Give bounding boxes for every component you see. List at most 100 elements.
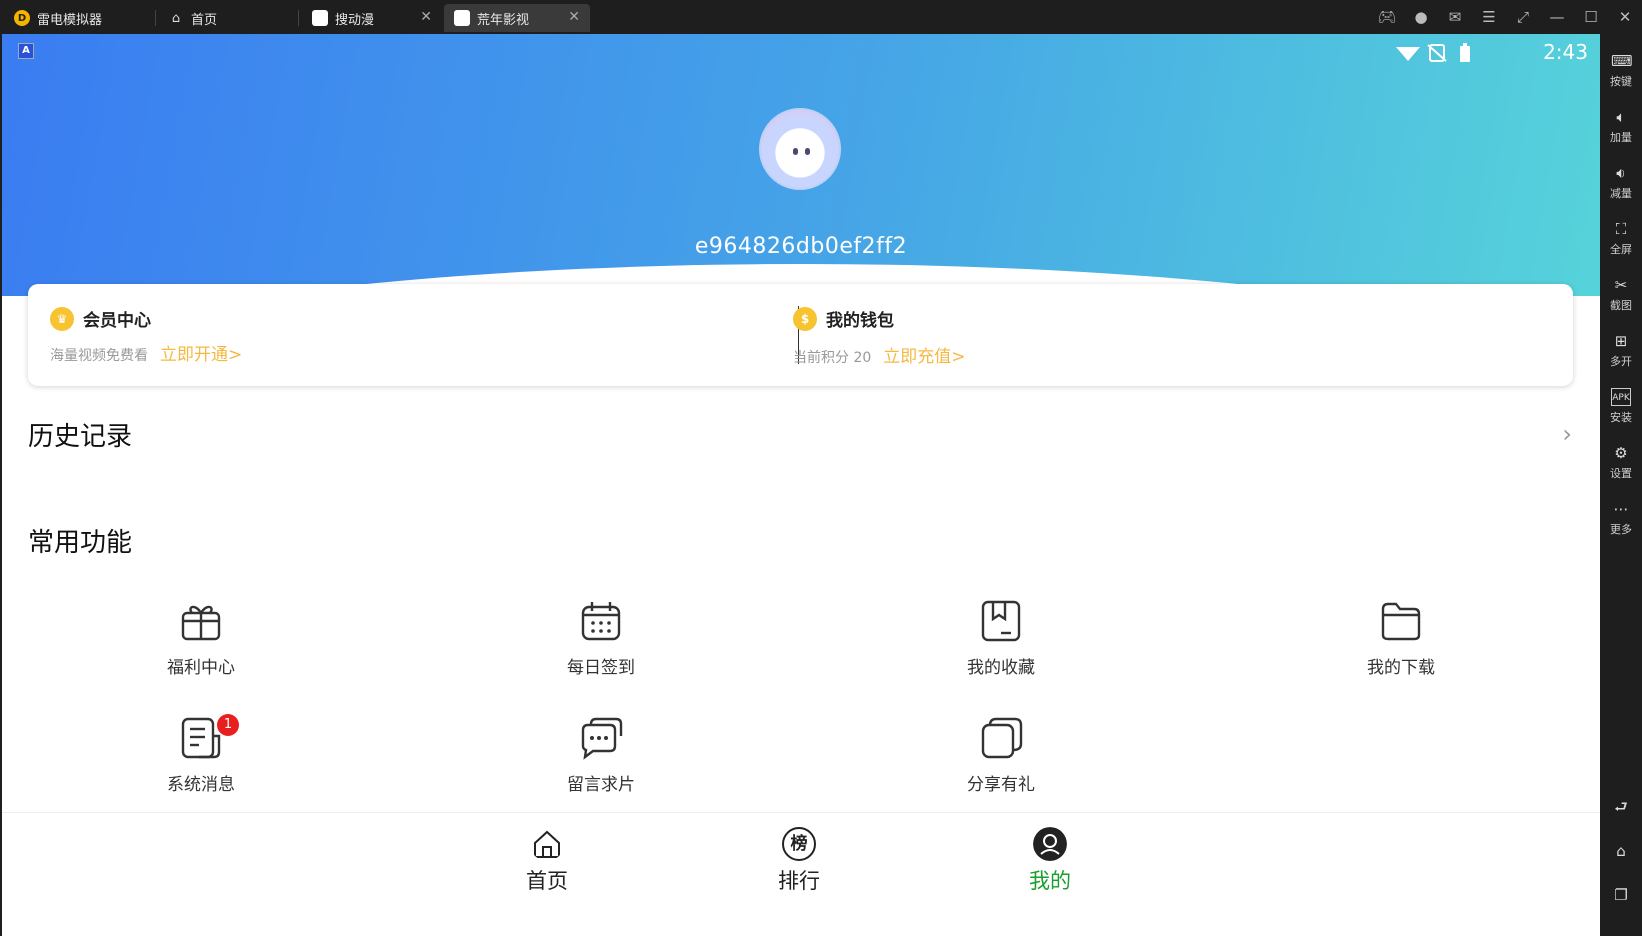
app-tab[interactable]: D 雷电模拟器 <box>4 4 154 32</box>
bookmark-icon <box>981 600 1021 642</box>
username: e964826db0ef2ff2 <box>694 234 908 259</box>
app-favicon-icon <box>454 10 470 26</box>
sidebar-label: 更多 <box>1610 523 1632 536</box>
volume-up-icon: 🔈︎ <box>1616 108 1626 126</box>
func-label: 分享有礼 <box>967 775 1035 795</box>
tab-divider <box>298 10 299 26</box>
sidebar-install[interactable]: APK 安装 <box>1600 388 1642 425</box>
vip-activate-link[interactable]: 立即开通> <box>160 340 242 365</box>
wallet[interactable]: $ 我的钱包 当前积分 20 立即充值> <box>793 284 1493 386</box>
functions-title: 常用功能 <box>28 528 133 558</box>
nav-ranking[interactable]: 榜 排行 <box>749 827 849 895</box>
wallet-title: 我的钱包 <box>826 311 894 331</box>
func-favorites[interactable]: 我的收藏 <box>931 599 1071 678</box>
android-back-button[interactable]: ⮐ <box>1600 798 1642 819</box>
app-name: 雷电模拟器 <box>37 12 103 28</box>
maximize-icon[interactable]: ☐ <box>1574 8 1608 26</box>
func-system-messages[interactable]: 1 系统消息 <box>131 714 271 795</box>
func-downloads[interactable]: 我的下载 <box>1331 599 1471 678</box>
android-recents-button[interactable]: ❐ <box>1600 886 1642 907</box>
apk-icon: APK <box>1611 388 1631 406</box>
sidebar-volume-down[interactable]: 🔉︎ 减量 <box>1600 164 1642 201</box>
account-icon[interactable]: ● <box>1404 8 1438 26</box>
func-label: 福利中心 <box>167 658 235 678</box>
tab-label: 首页 <box>191 12 218 28</box>
gamepad-icon[interactable]: 🎮︎ <box>1370 8 1404 26</box>
nav-profile[interactable]: 我的 <box>1000 827 1100 895</box>
history-title[interactable]: 历史记录 <box>28 416 132 453</box>
tab-home[interactable]: ⌂ 首页 <box>158 4 298 32</box>
fullscreen-icon: ⛶ <box>1615 220 1627 238</box>
status-clock: 2:43 <box>1543 40 1588 64</box>
back-icon: ⮐ <box>1614 798 1628 816</box>
sidebar-screenshot[interactable]: ✂ 截图 <box>1600 276 1642 313</box>
avatar-eye <box>805 148 810 155</box>
tab-huangnian[interactable]: 荒年影视 ✕ <box>444 4 590 32</box>
chevron-right-icon[interactable]: › <box>1562 420 1572 448</box>
keyboard-icon: ⌨ <box>1611 52 1633 70</box>
tab-sou-dongman[interactable]: 搜动漫 ✕ <box>302 4 442 32</box>
battery-icon <box>1460 46 1470 62</box>
sidebar-keys[interactable]: ⌨ 按键 <box>1600 52 1642 89</box>
sidebar-volume-up[interactable]: 🔈︎ 加量 <box>1600 108 1642 145</box>
func-label: 我的下载 <box>1367 658 1435 678</box>
sidebar-label: 减量 <box>1610 187 1632 200</box>
func-welfare[interactable]: 福利中心 <box>131 599 271 678</box>
wallet-recharge-link[interactable]: 立即充值> <box>883 342 965 367</box>
sidebar-more[interactable]: ⋯ 更多 <box>1600 500 1642 537</box>
func-request-movie[interactable]: 留言求片 <box>531 716 671 795</box>
gear-icon: ⚙ <box>1614 444 1628 462</box>
func-checkin[interactable]: 每日签到 <box>531 599 671 678</box>
func-label: 留言求片 <box>567 775 635 795</box>
menu-icon[interactable]: ☰ <box>1472 8 1506 26</box>
home-icon <box>534 830 560 858</box>
func-share[interactable]: 分享有礼 <box>931 716 1071 795</box>
window-controls: 🎮︎ ● ✉ ☰ ⤢ — ☐ ✕ <box>1370 0 1642 34</box>
rank-icon: 榜 <box>782 827 816 861</box>
crown-icon: ♛ <box>50 306 74 331</box>
tab-label: 荒年影视 <box>477 12 530 28</box>
android-home-button[interactable]: ⌂ <box>1600 842 1642 863</box>
vip-center[interactable]: ♛ 会员中心 海量视频免费看 立即开通> <box>50 284 750 386</box>
restore-icon[interactable]: ⤢ <box>1506 8 1540 26</box>
volume-down-icon: 🔉︎ <box>1616 164 1626 182</box>
bottom-navigation: 首页 榜 排行 我的 <box>2 812 1600 936</box>
status-icons <box>1396 43 1470 62</box>
vip-subtitle: 海量视频免费看 <box>50 348 148 364</box>
close-tab-icon[interactable]: ✕ <box>420 9 432 25</box>
vip-wallet-card: ♛ 会员中心 海量视频免费看 立即开通> $ 我的钱包 当前积分 20 立即充值… <box>28 284 1573 386</box>
sidebar-label: 多开 <box>1610 355 1632 368</box>
sidebar-label: 设置 <box>1610 467 1632 480</box>
tab-label: 搜动漫 <box>335 12 375 28</box>
calendar-icon <box>581 602 621 641</box>
tab-divider <box>155 10 156 26</box>
vip-title: 会员中心 <box>83 311 151 331</box>
minimize-icon[interactable]: — <box>1540 8 1574 26</box>
sidebar-label: 按键 <box>1610 75 1632 88</box>
wallet-sub-row: 当前积分 20 立即充值> <box>793 342 966 367</box>
wifi-icon <box>1396 47 1420 61</box>
recents-icon: ❐ <box>1614 886 1628 904</box>
folder-icon <box>1381 602 1421 641</box>
nav-label: 首页 <box>526 869 568 893</box>
sidebar-fullscreen[interactable]: ⛶ 全屏 <box>1600 220 1642 257</box>
nav-label: 我的 <box>1029 869 1071 893</box>
vip-sub-row: 海量视频免费看 立即开通> <box>50 340 242 365</box>
scissors-icon: ✂ <box>1614 276 1628 294</box>
emulator-titlebar: D 雷电模拟器 ⌂ 首页 搜动漫 ✕ 荒年影视 ✕ 🎮︎ ● ✉ ☰ ⤢ — ☐… <box>0 0 1642 34</box>
sidebar-settings[interactable]: ⚙ 设置 <box>1600 444 1642 481</box>
func-label: 每日签到 <box>567 658 635 678</box>
emulator-sidebar: ⌨ 按键 🔈︎ 加量 🔉︎ 减量 ⛶ 全屏 ✂ 截图 ⊞ 多开 APK 安装 ⚙ 设置 ⋯ 更多 … <box>1600 34 1642 936</box>
close-tab-icon[interactable]: ✕ <box>568 9 580 25</box>
phone-screen: A 2:43 e964826db0ef2ff2 普通会员 ♛ 会员中心 海量视频… <box>2 34 1600 936</box>
nav-label: 排行 <box>778 869 820 893</box>
avatar-eye <box>793 148 798 155</box>
avatar-face <box>783 134 821 170</box>
mail-icon[interactable]: ✉ <box>1438 8 1472 26</box>
func-label: 系统消息 <box>167 775 235 795</box>
sidebar-multi[interactable]: ⊞ 多开 <box>1600 332 1642 369</box>
avatar[interactable] <box>759 108 841 190</box>
nav-home[interactable]: 首页 <box>497 827 597 895</box>
multi-instance-icon: ⊞ <box>1614 332 1628 350</box>
close-window-icon[interactable]: ✕ <box>1608 8 1642 26</box>
